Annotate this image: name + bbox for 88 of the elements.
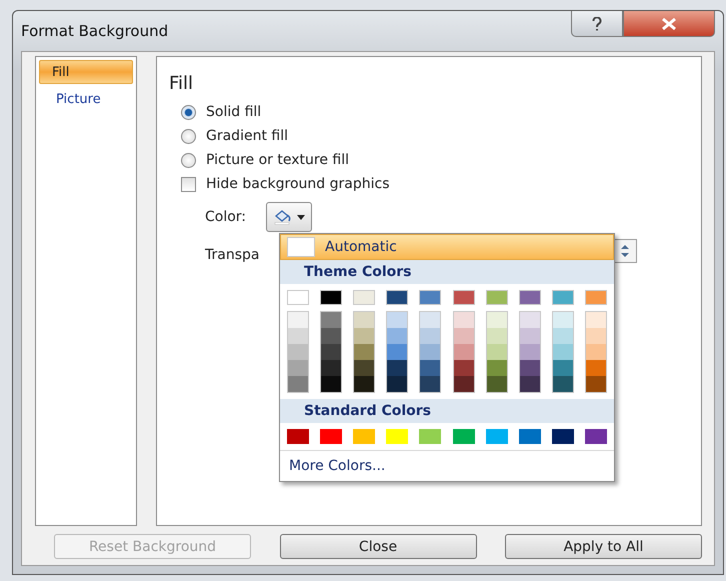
- shade-swatch[interactable]: [420, 312, 440, 328]
- section-heading: Standard Colors: [280, 399, 614, 423]
- option-label: Hide background graphics: [206, 176, 390, 192]
- shade-swatch[interactable]: [454, 376, 474, 392]
- shade-swatch[interactable]: [520, 328, 540, 344]
- shade-swatch[interactable]: [288, 328, 308, 344]
- shade-swatch[interactable]: [454, 360, 474, 376]
- color-picker-button[interactable]: [266, 202, 312, 232]
- shade-swatch[interactable]: [387, 360, 408, 376]
- shade-swatch[interactable]: [486, 344, 507, 360]
- radio-button[interactable]: [181, 128, 196, 144]
- shade-swatch[interactable]: [586, 312, 606, 328]
- shade-swatch[interactable]: [420, 376, 440, 392]
- shade-swatch[interactable]: [552, 312, 573, 328]
- radio-button[interactable]: [181, 152, 196, 168]
- shade-swatch[interactable]: [486, 328, 507, 344]
- paint-bucket-icon: [273, 209, 294, 225]
- option-label: Picture or texture fill: [206, 152, 349, 168]
- shade-swatch[interactable]: [288, 376, 308, 392]
- option-label: Solid fill: [206, 104, 262, 120]
- shade-swatch[interactable]: [354, 312, 374, 328]
- color-swatch: [287, 237, 315, 257]
- shade-swatch[interactable]: [520, 312, 540, 328]
- shade-swatch[interactable]: [420, 360, 440, 376]
- shade-swatch[interactable]: [454, 344, 474, 360]
- shade-swatch[interactable]: [586, 344, 606, 360]
- shade-swatch[interactable]: [387, 312, 408, 328]
- transparency-label: Transpa: [205, 247, 260, 263]
- panel-heading: Fill: [169, 73, 194, 94]
- automatic-color-item[interactable]: Automatic: [280, 234, 614, 260]
- close-button[interactable]: [623, 11, 715, 37]
- color-swatch[interactable]: [584, 429, 607, 444]
- color-swatch[interactable]: [486, 429, 508, 444]
- shade-swatch[interactable]: [552, 344, 573, 360]
- shade-swatch[interactable]: [586, 376, 606, 392]
- shade-swatch[interactable]: [420, 344, 440, 360]
- spinner-control[interactable]: [613, 239, 637, 263]
- help-button[interactable]: [571, 11, 623, 37]
- shade-swatch[interactable]: [520, 344, 540, 360]
- color-swatch[interactable]: [419, 429, 442, 444]
- shade-swatch[interactable]: [454, 328, 474, 344]
- option-label: Gradient fill: [206, 128, 288, 144]
- color-swatch[interactable]: [287, 429, 309, 444]
- shade-swatch[interactable]: [288, 360, 308, 376]
- shade-swatch[interactable]: [486, 360, 507, 376]
- shade-swatch[interactable]: [321, 376, 342, 392]
- radio-button[interactable]: [181, 104, 196, 120]
- shade-swatch[interactable]: [321, 312, 342, 328]
- spin-arrows-icon: [621, 244, 629, 258]
- shade-swatch[interactable]: [321, 328, 342, 344]
- shade-swatch[interactable]: [321, 344, 342, 360]
- shade-swatch[interactable]: [288, 344, 308, 360]
- help-icon: [592, 16, 602, 30]
- color-swatch[interactable]: [552, 429, 574, 444]
- shade-swatch[interactable]: [387, 376, 408, 392]
- shade-swatch[interactable]: [354, 360, 374, 376]
- category-item[interactable]: Picture: [39, 87, 133, 111]
- shade-swatch[interactable]: [586, 328, 606, 344]
- section-heading: Theme Colors: [280, 260, 614, 284]
- checkbox[interactable]: [181, 176, 196, 192]
- close-icon: [661, 18, 677, 30]
- shade-swatch[interactable]: [486, 376, 507, 392]
- color-swatch[interactable]: [320, 429, 342, 444]
- shade-swatch[interactable]: [354, 376, 374, 392]
- color-label: Color:: [205, 209, 246, 225]
- shade-swatch[interactable]: [552, 360, 573, 376]
- shade-swatch[interactable]: [552, 376, 573, 392]
- caret-icon: [297, 214, 306, 220]
- shade-swatch[interactable]: [454, 312, 474, 328]
- category-item[interactable]: Fill: [39, 60, 133, 84]
- color-swatch[interactable]: [518, 429, 541, 444]
- dialog-button[interactable]: Close: [280, 534, 476, 559]
- shade-swatch[interactable]: [586, 360, 606, 376]
- more-colors-item[interactable]: More Colors...: [289, 458, 386, 474]
- shade-swatch[interactable]: [552, 328, 573, 344]
- shade-swatch[interactable]: [520, 360, 540, 376]
- shade-swatch[interactable]: [354, 344, 374, 360]
- shade-swatch[interactable]: [321, 360, 342, 376]
- shade-swatch[interactable]: [420, 328, 440, 344]
- window-title: Format Background: [21, 22, 168, 40]
- shade-swatch[interactable]: [520, 376, 540, 392]
- shade-swatch[interactable]: [387, 344, 408, 360]
- shade-swatch[interactable]: [486, 312, 507, 328]
- dialog-button[interactable]: Apply to All: [505, 534, 702, 559]
- shade-swatch[interactable]: [387, 328, 408, 344]
- shade-swatch[interactable]: [354, 328, 374, 344]
- color-swatch[interactable]: [452, 429, 475, 444]
- shade-swatch[interactable]: [288, 312, 308, 328]
